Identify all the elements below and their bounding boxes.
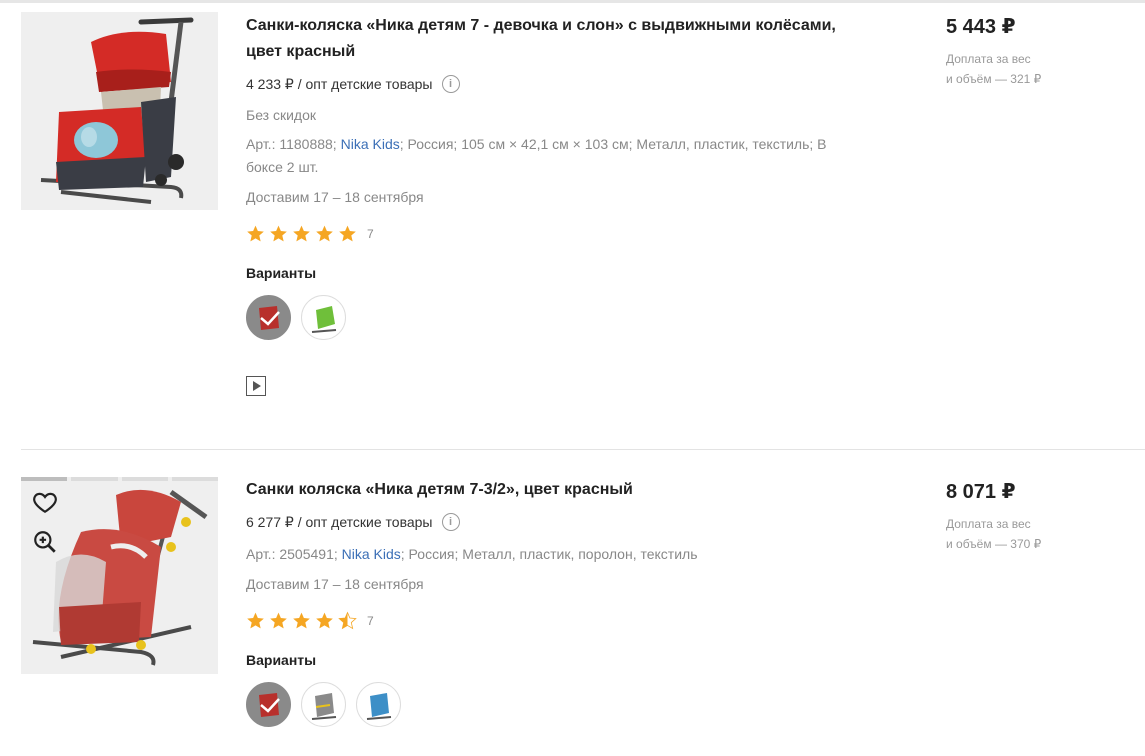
price: 8 071 ₽ xyxy=(946,481,1016,503)
zoom-in-icon[interactable] xyxy=(32,529,58,555)
product-card: Санки коляска «Ника детям 7-3/2», цвет к… xyxy=(21,477,1145,756)
star-icon xyxy=(293,225,310,242)
price-column: 8 071 ₽ Доплата за вес и объём — 370 ₽ xyxy=(946,477,1126,554)
image-carousel-indicator xyxy=(21,477,218,481)
product-info: Санки-коляска «Ника детям 7 - девочка и … xyxy=(246,12,866,396)
delivery-date: Доставим 17 – 18 сентября xyxy=(246,189,424,205)
product-specs: ; Россия; Металл, пластик, поролон, текс… xyxy=(400,546,698,562)
brand-link[interactable]: Nika Kids xyxy=(342,546,401,562)
price-column: 5 443 ₽ Доплата за вес и объём — 321 ₽ xyxy=(946,12,1126,89)
product-card: Санки-коляска «Ника детям 7 - девочка и … xyxy=(21,12,1145,449)
product-divider xyxy=(21,449,1145,450)
product-meta: Арт.: 2505491; Nika Kids; Россия; Металл… xyxy=(246,543,866,566)
surcharge-note: Доплата за вес и объём — 370 ₽ xyxy=(946,514,1126,554)
play-video-icon[interactable] xyxy=(246,376,266,396)
discount-status: Без скидок xyxy=(246,107,316,123)
product-title[interactable]: Санки-коляска «Ника детям 7 - девочка и … xyxy=(246,13,866,65)
product-meta: Арт.: 1180888; Nika Kids; Россия; 105 см… xyxy=(246,133,866,179)
product-title[interactable]: Санки коляска «Ника детям 7-3/2», цвет к… xyxy=(246,477,866,503)
product-info: Санки коляска «Ника детям 7-3/2», цвет к… xyxy=(246,477,866,727)
article-number: Арт.: 1180888; xyxy=(246,136,337,152)
carousel-dot[interactable] xyxy=(71,477,118,481)
star-icon xyxy=(247,612,264,629)
top-border xyxy=(0,0,1145,3)
price: 5 443 ₽ xyxy=(946,16,1016,38)
variants-title: Варианты xyxy=(246,265,317,281)
heart-outline-icon[interactable] xyxy=(32,489,58,515)
star-icon xyxy=(270,612,287,629)
surcharge-note: Доплата за вес и объём — 321 ₽ xyxy=(946,49,1126,89)
surcharge-line-2: и объём — 321 ₽ xyxy=(946,72,1042,86)
star-icon xyxy=(270,225,287,242)
variant-option-grey[interactable] xyxy=(301,682,346,727)
info-icon[interactable]: i xyxy=(441,75,460,93)
product-image[interactable] xyxy=(21,12,218,210)
surcharge-line-2: и объём — 370 ₽ xyxy=(946,537,1042,551)
info-icon[interactable]: i xyxy=(441,513,460,531)
delivery-date: Доставим 17 – 18 сентября xyxy=(246,576,424,592)
variant-option-blue[interactable] xyxy=(356,682,401,727)
star-icon xyxy=(339,225,356,242)
wholesale-price: 4 233 ₽ / опт детские товары i xyxy=(246,75,866,93)
variants-title: Варианты xyxy=(246,652,317,668)
wholesale-price-text: 6 277 ₽ / опт детские товары xyxy=(246,513,433,530)
product-image[interactable] xyxy=(21,477,218,674)
surcharge-line-1: Доплата за вес xyxy=(946,52,1031,66)
wholesale-price-text: 4 233 ₽ / опт детские товары xyxy=(246,75,433,92)
rating[interactable]: 7 xyxy=(246,224,866,243)
wholesale-price: 6 277 ₽ / опт детские товары i xyxy=(246,513,866,531)
star-icon xyxy=(293,612,310,629)
carousel-dot[interactable] xyxy=(171,477,218,481)
variants-list xyxy=(246,295,866,340)
carousel-dot[interactable] xyxy=(21,477,68,481)
variant-option-red[interactable] xyxy=(246,295,291,340)
rating-count: 7 xyxy=(367,613,374,628)
star-icon xyxy=(316,612,333,629)
article-number: Арт.: 2505491; xyxy=(246,546,338,562)
star-half-icon xyxy=(338,611,357,630)
brand-link[interactable]: Nika Kids xyxy=(341,136,400,152)
variant-option-red[interactable] xyxy=(246,682,291,727)
carousel-dot[interactable] xyxy=(121,477,168,481)
star-icon xyxy=(247,225,264,242)
variants-list xyxy=(246,682,866,727)
variant-option-green[interactable] xyxy=(301,295,346,340)
star-icon xyxy=(316,225,333,242)
rating-count: 7 xyxy=(367,226,374,241)
surcharge-line-1: Доплата за вес xyxy=(946,517,1031,531)
rating[interactable]: 7 xyxy=(246,611,866,630)
